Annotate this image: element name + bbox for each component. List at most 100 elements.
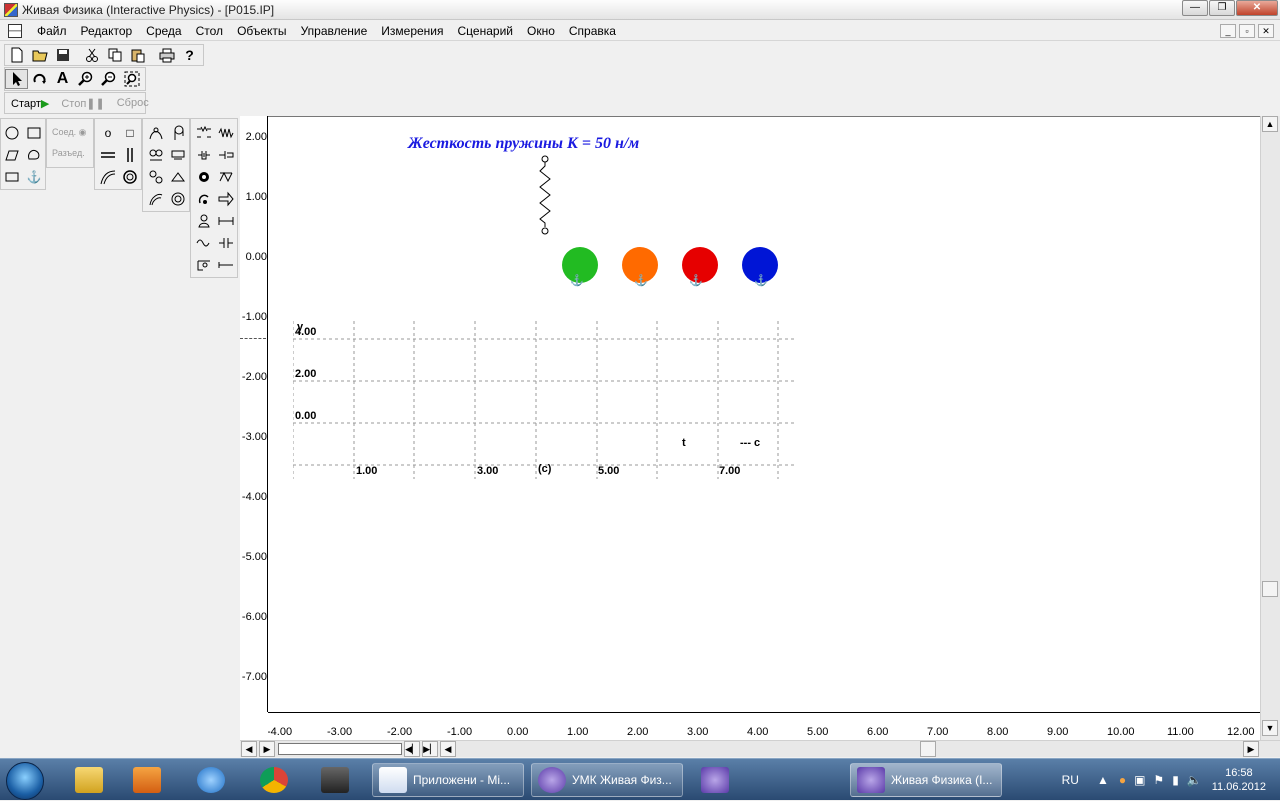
menu-window[interactable]: Окно — [520, 24, 562, 38]
actuator-tool-icon[interactable] — [167, 167, 189, 187]
torque-tool-icon[interactable] — [193, 189, 215, 209]
vertical-slot-tool-icon[interactable] — [119, 145, 141, 165]
copy-icon[interactable] — [103, 45, 126, 65]
menu-file[interactable]: Файл — [30, 24, 74, 38]
menu-measure[interactable]: Измерения — [374, 24, 450, 38]
curved-body-tool-icon[interactable] — [23, 145, 45, 165]
person-tool-icon[interactable] — [193, 211, 215, 231]
curved-slot-tool-icon[interactable] — [97, 167, 119, 187]
menu-edit[interactable]: Редактор — [74, 24, 140, 38]
restore-button[interactable]: ❐ — [1209, 0, 1235, 16]
volume-icon[interactable]: 🔈 — [1187, 773, 1202, 787]
taskbar-window-physics-small[interactable] — [690, 763, 740, 797]
clock[interactable]: 16:58 11.06.2012 — [1212, 766, 1266, 794]
join-button[interactable]: Соед. ◉ — [52, 127, 86, 138]
battery-icon[interactable]: ▮ — [1172, 773, 1179, 787]
start-button[interactable]: Старт▶ — [5, 97, 55, 110]
explorer-icon[interactable] — [62, 763, 116, 797]
rotational-motor-tool-icon[interactable] — [215, 167, 237, 187]
mdi-restore-button[interactable]: ▫ — [1239, 24, 1255, 38]
separator-tool-icon[interactable] — [145, 145, 167, 165]
minimize-button[interactable]: — — [1182, 0, 1208, 16]
zoom-out-icon[interactable] — [97, 69, 120, 89]
new-icon[interactable] — [5, 45, 28, 65]
hook-tool-icon[interactable] — [193, 255, 215, 275]
scroll-left-button[interactable]: ◀ — [440, 741, 456, 757]
horizontal-scrollbar[interactable]: ◀ ▶ ◀▏ ▶▏ ◀ ▶ — [240, 740, 1280, 757]
close-button[interactable]: ✕ — [1236, 0, 1278, 16]
flag-icon[interactable]: ⚑ — [1153, 773, 1164, 787]
rotate-icon[interactable] — [28, 69, 51, 89]
vertical-scroll-thumb[interactable] — [1262, 581, 1278, 597]
tray-expand-icon[interactable]: ▲ — [1097, 773, 1109, 787]
menu-table[interactable]: Стол — [189, 24, 230, 38]
linkage-tool-icon[interactable] — [145, 167, 167, 187]
line-tool-icon[interactable] — [215, 255, 237, 275]
scroll-down-button[interactable]: ▼ — [1262, 720, 1278, 736]
help-icon[interactable]: ? — [178, 45, 201, 65]
paste-icon[interactable] — [126, 45, 149, 65]
language-indicator[interactable]: RU — [1062, 773, 1079, 787]
piston-tool-icon[interactable] — [167, 145, 189, 165]
start-button[interactable] — [6, 762, 44, 800]
circle-tool-icon[interactable] — [1, 123, 23, 143]
network-icon[interactable]: ▣ — [1134, 773, 1145, 787]
media-player-icon[interactable] — [120, 763, 174, 797]
force-arrow-tool-icon[interactable] — [215, 189, 237, 209]
frame-back-button[interactable]: ◀ — [241, 741, 257, 757]
separator-pair-tool-icon[interactable] — [215, 233, 237, 253]
horizontal-slot-tool-icon[interactable] — [97, 145, 119, 165]
horizontal-scroll-thumb[interactable] — [920, 741, 936, 757]
app-icon[interactable] — [4, 2, 18, 17]
vertical-scrollbar[interactable]: ▲ ▼ — [1260, 116, 1280, 740]
rectangle-tool-icon[interactable] — [23, 123, 45, 143]
menu-help[interactable]: Справка — [562, 24, 623, 38]
zoom-in-icon[interactable] — [74, 69, 97, 89]
ie-icon[interactable] — [184, 763, 238, 797]
point-tool-icon[interactable]: o — [97, 123, 119, 143]
app-icon[interactable] — [308, 763, 362, 797]
pulley-tool-icon[interactable] — [167, 123, 189, 143]
frame-slider[interactable] — [278, 743, 402, 755]
scroll-right-button[interactable]: ▶ — [1243, 741, 1259, 757]
rotational-spring-tool-icon[interactable] — [167, 189, 189, 209]
linear-damper-tool-icon[interactable] — [215, 145, 237, 165]
zoom-fit-icon[interactable] — [120, 69, 143, 89]
gear-joint-tool-icon[interactable] — [119, 167, 141, 187]
menu-control[interactable]: Управление — [294, 24, 375, 38]
taskbar-window-physics[interactable]: Живая Физика (I... — [850, 763, 1002, 797]
reset-button[interactable]: Сброс — [111, 97, 155, 109]
spring-tool-icon[interactable] — [215, 123, 237, 143]
taskbar-window-umk[interactable]: УМК Живая Физ... — [531, 763, 683, 797]
scroll-up-button[interactable]: ▲ — [1262, 116, 1278, 132]
save-icon[interactable] — [51, 45, 74, 65]
wave-tool-icon[interactable] — [193, 233, 215, 253]
mdi-minimize-button[interactable]: _ — [1220, 24, 1236, 38]
rope-tool-icon[interactable] — [145, 123, 167, 143]
menu-world[interactable]: Среда — [139, 24, 188, 38]
motor-tool-icon[interactable] — [193, 167, 215, 187]
polygon-tool-icon[interactable] — [1, 145, 23, 165]
square-point-tool-icon[interactable]: □ — [119, 123, 141, 143]
document-icon[interactable] — [8, 23, 22, 38]
frame-forward-button[interactable]: ▶ — [259, 741, 275, 757]
spring[interactable] — [535, 152, 555, 238]
rod-tool-icon[interactable] — [193, 123, 215, 143]
arrow-icon[interactable] — [5, 69, 28, 89]
graph[interactable]: y 4.00 2.00 0.00 t --- c 1.00 3.00 (c) 5… — [293, 321, 795, 479]
chrome-icon[interactable] — [247, 763, 301, 797]
frame-start-button[interactable]: ◀▏ — [404, 741, 420, 757]
frame-end-button[interactable]: ▶▏ — [422, 741, 438, 757]
stop-button[interactable]: Стоп❚❚ — [55, 97, 110, 110]
menu-script[interactable]: Сценарий — [451, 24, 520, 38]
open-icon[interactable] — [28, 45, 51, 65]
damper-tool-icon[interactable] — [193, 145, 215, 165]
mdi-close-button[interactable]: ✕ — [1258, 24, 1274, 38]
cut-icon[interactable] — [80, 45, 103, 65]
rope-segment-tool-icon[interactable] — [215, 211, 237, 231]
split-button[interactable]: Разъед. — [52, 148, 85, 158]
square-tool-icon[interactable] — [1, 167, 23, 187]
spiral-spring-tool-icon[interactable] — [145, 189, 167, 209]
text-icon[interactable]: A — [51, 69, 74, 89]
tray-app-icon[interactable]: ● — [1119, 773, 1126, 787]
